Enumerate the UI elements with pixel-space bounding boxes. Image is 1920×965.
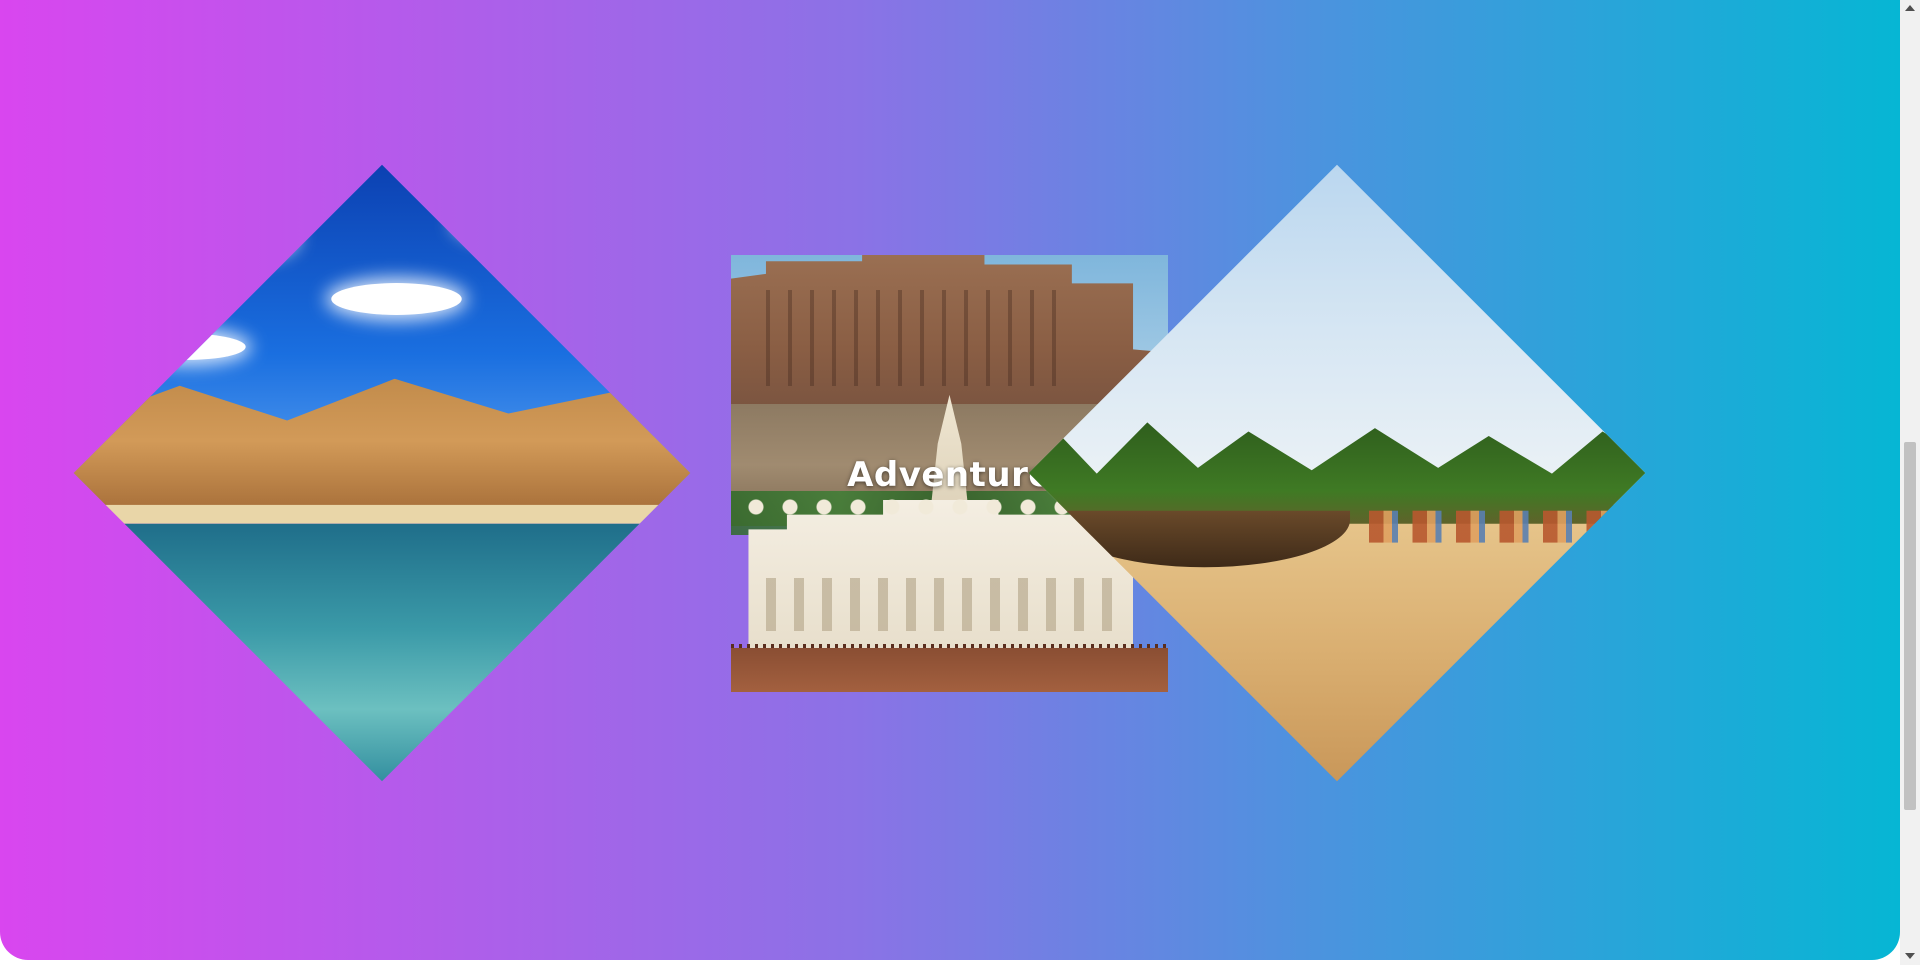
card-mountain-lake[interactable] xyxy=(73,164,691,782)
mountain-lake-image xyxy=(73,164,691,782)
scroll-down-arrow-icon[interactable] xyxy=(1905,953,1915,959)
vertical-scrollbar[interactable] xyxy=(1900,0,1920,965)
gradient-background: Adventure xyxy=(0,0,1900,960)
scrollbar-thumb[interactable] xyxy=(1904,442,1916,810)
page-bottom-edge xyxy=(0,960,1900,965)
scroll-up-arrow-icon[interactable] xyxy=(1905,5,1915,11)
